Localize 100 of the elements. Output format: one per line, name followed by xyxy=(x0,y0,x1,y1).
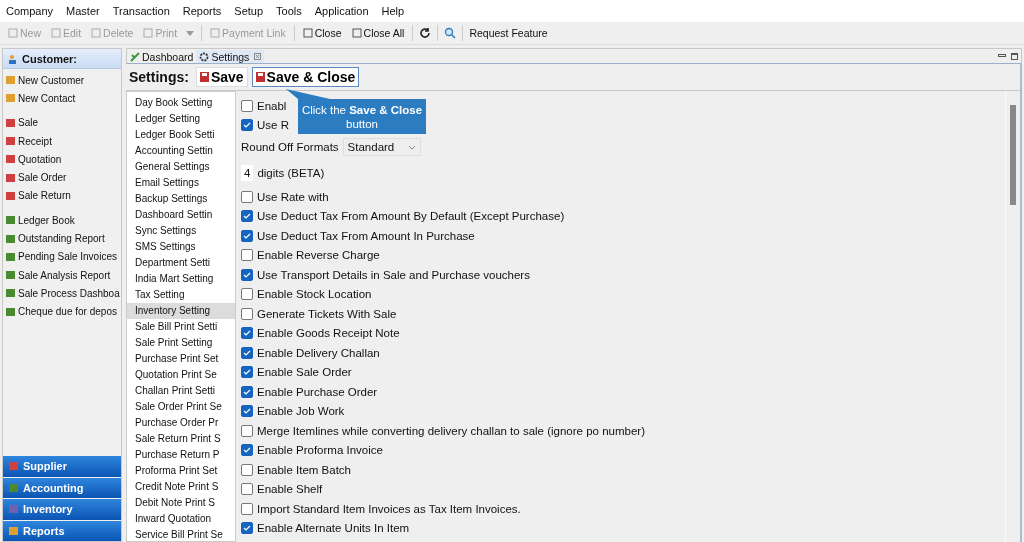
category-item[interactable]: Inventory Setting xyxy=(127,303,235,319)
category-item[interactable]: Dashboard Settin xyxy=(127,207,235,223)
search-icon[interactable] xyxy=(444,27,457,39)
document-icon xyxy=(91,28,102,38)
category-item[interactable]: Tax Setting xyxy=(127,287,235,303)
sidebar-item[interactable]: Sale Process Dashboa xyxy=(3,284,121,303)
minimize-icon[interactable] xyxy=(998,53,1006,59)
checkbox[interactable] xyxy=(241,210,253,223)
gear-icon xyxy=(199,51,210,62)
number-field[interactable]: 4 xyxy=(241,165,254,181)
maximize-icon[interactable] xyxy=(1011,52,1018,60)
checkbox[interactable] xyxy=(241,288,253,301)
sidebar-item[interactable]: New Contact xyxy=(3,89,121,108)
checkbox[interactable] xyxy=(241,190,253,203)
category-item[interactable]: Purchase Return P xyxy=(127,447,235,463)
category-item[interactable]: SMS Settings xyxy=(127,239,235,255)
request-feature-button[interactable]: Request Feature xyxy=(469,26,550,40)
category-item[interactable]: Sale Return Print S xyxy=(127,431,235,447)
category-item[interactable]: Debit Note Print S xyxy=(127,495,235,511)
category-item[interactable]: Day Book Setting xyxy=(127,95,235,111)
category-item[interactable]: Challan Print Setti xyxy=(127,383,235,399)
sidebar-section-button[interactable]: Accounting xyxy=(3,477,121,498)
category-item[interactable]: Sale Print Setting xyxy=(127,335,235,351)
sidebar-item[interactable]: Receipt xyxy=(3,131,121,151)
sidebar-item[interactable]: Sale Analysis Report xyxy=(3,265,121,285)
menu-item[interactable]: Help xyxy=(381,5,405,17)
checkbox[interactable] xyxy=(241,385,253,398)
save-button[interactable]: Save xyxy=(195,67,248,87)
checkbox[interactable] xyxy=(241,229,253,242)
category-item[interactable]: Ledger Book Setti xyxy=(127,127,235,143)
checkbox[interactable] xyxy=(241,249,253,262)
checkbox[interactable] xyxy=(241,327,253,340)
sidebar-section-button[interactable]: Reports xyxy=(3,520,121,541)
category-item[interactable]: Purchase Order Pr xyxy=(127,415,235,431)
category-item[interactable]: Credit Note Print S xyxy=(127,479,235,495)
checkbox[interactable] xyxy=(241,119,253,132)
item-icon xyxy=(6,270,15,281)
dashboard-icon xyxy=(130,51,140,62)
category-item[interactable]: Sync Settings xyxy=(127,223,235,239)
category-item[interactable]: Email Settings xyxy=(127,175,235,191)
sidebar-item[interactable]: Sale xyxy=(3,113,121,132)
checkbox[interactable] xyxy=(241,99,253,112)
sidebar-item[interactable]: Cheque due for depos xyxy=(3,302,121,321)
item-icon xyxy=(6,306,15,317)
category-item[interactable]: Service Bill Print Se xyxy=(127,527,235,541)
sidebar-item[interactable]: Ledger Book xyxy=(3,211,121,230)
close-icon[interactable] xyxy=(254,53,262,60)
document-icon xyxy=(51,28,61,38)
checkbox[interactable] xyxy=(241,424,253,437)
checkbox[interactable] xyxy=(241,502,253,515)
sidebar-item[interactable]: Sale Return xyxy=(3,186,121,206)
checkbox[interactable] xyxy=(241,405,253,418)
option-label: Merge Itemlines while converting delivery challan to sale (ignore po number) xyxy=(257,424,645,437)
tab[interactable]: Dashboard xyxy=(127,50,197,63)
menu-item[interactable]: Transaction xyxy=(112,5,170,17)
menu-item[interactable]: Application xyxy=(314,5,369,17)
category-item[interactable]: Inward Quotation xyxy=(127,511,235,527)
sidebar-item[interactable]: Outstanding Report xyxy=(3,229,121,248)
menu-item[interactable]: Reports xyxy=(182,5,222,17)
tab[interactable]: Settings xyxy=(196,50,265,63)
sidebar-section-button[interactable]: Supplier xyxy=(3,456,121,477)
checkbox[interactable] xyxy=(241,444,253,457)
option-label: Enable Proforma Invoice xyxy=(257,444,383,457)
sidebar-section-button[interactable]: Inventory xyxy=(3,499,121,520)
category-item[interactable]: Department Setti xyxy=(127,255,235,271)
menu-item[interactable]: Setup xyxy=(234,5,264,17)
checkbox[interactable] xyxy=(241,522,253,535)
toolbar-button[interactable]: Close xyxy=(300,26,344,40)
chevron-icon xyxy=(408,144,417,150)
sidebar-item[interactable]: Pending Sale Invoices xyxy=(3,247,121,266)
category-item[interactable]: Purchase Print Set xyxy=(127,351,235,367)
category-item[interactable]: Sale Bill Print Setti xyxy=(127,319,235,335)
category-item[interactable]: Ledger Setting xyxy=(127,111,235,127)
category-item[interactable]: Backup Settings xyxy=(127,191,235,207)
category-item[interactable]: Accounting Settin xyxy=(127,143,235,159)
toolbar-button[interactable]: Close All xyxy=(349,26,407,40)
sidebar-item[interactable]: Quotation xyxy=(3,150,121,169)
checkbox[interactable] xyxy=(241,483,253,496)
checkbox[interactable] xyxy=(241,366,253,379)
checkbox[interactable] xyxy=(241,268,253,281)
sidebar-item[interactable]: Sale Order xyxy=(3,168,121,187)
scrollbar-thumb[interactable] xyxy=(1010,105,1016,205)
menu-item[interactable]: Company xyxy=(6,5,54,17)
sidebar-item[interactable]: New Customer xyxy=(3,71,121,90)
checkbox[interactable] xyxy=(241,307,253,320)
option-label: Generate Tickets With Sale xyxy=(257,307,397,320)
callout-pointer xyxy=(286,89,330,99)
dropdown-field[interactable]: Standard xyxy=(342,138,422,156)
checkbox[interactable] xyxy=(241,346,253,359)
category-item[interactable]: India Mart Setting xyxy=(127,271,235,287)
category-item[interactable]: Proforma Print Set xyxy=(127,463,235,479)
category-item[interactable]: General Settings xyxy=(127,159,235,175)
category-item[interactable]: Sale Order Print Se xyxy=(127,399,235,415)
category-item[interactable]: Quotation Print Se xyxy=(127,367,235,383)
menu-item[interactable]: Master xyxy=(66,5,100,17)
save-close-button[interactable]: Save & Close xyxy=(251,67,360,87)
option-label: Enabl xyxy=(257,99,287,112)
checkbox[interactable] xyxy=(241,463,253,476)
menu-item[interactable]: Tools xyxy=(276,5,302,17)
refresh-icon[interactable] xyxy=(419,27,432,39)
